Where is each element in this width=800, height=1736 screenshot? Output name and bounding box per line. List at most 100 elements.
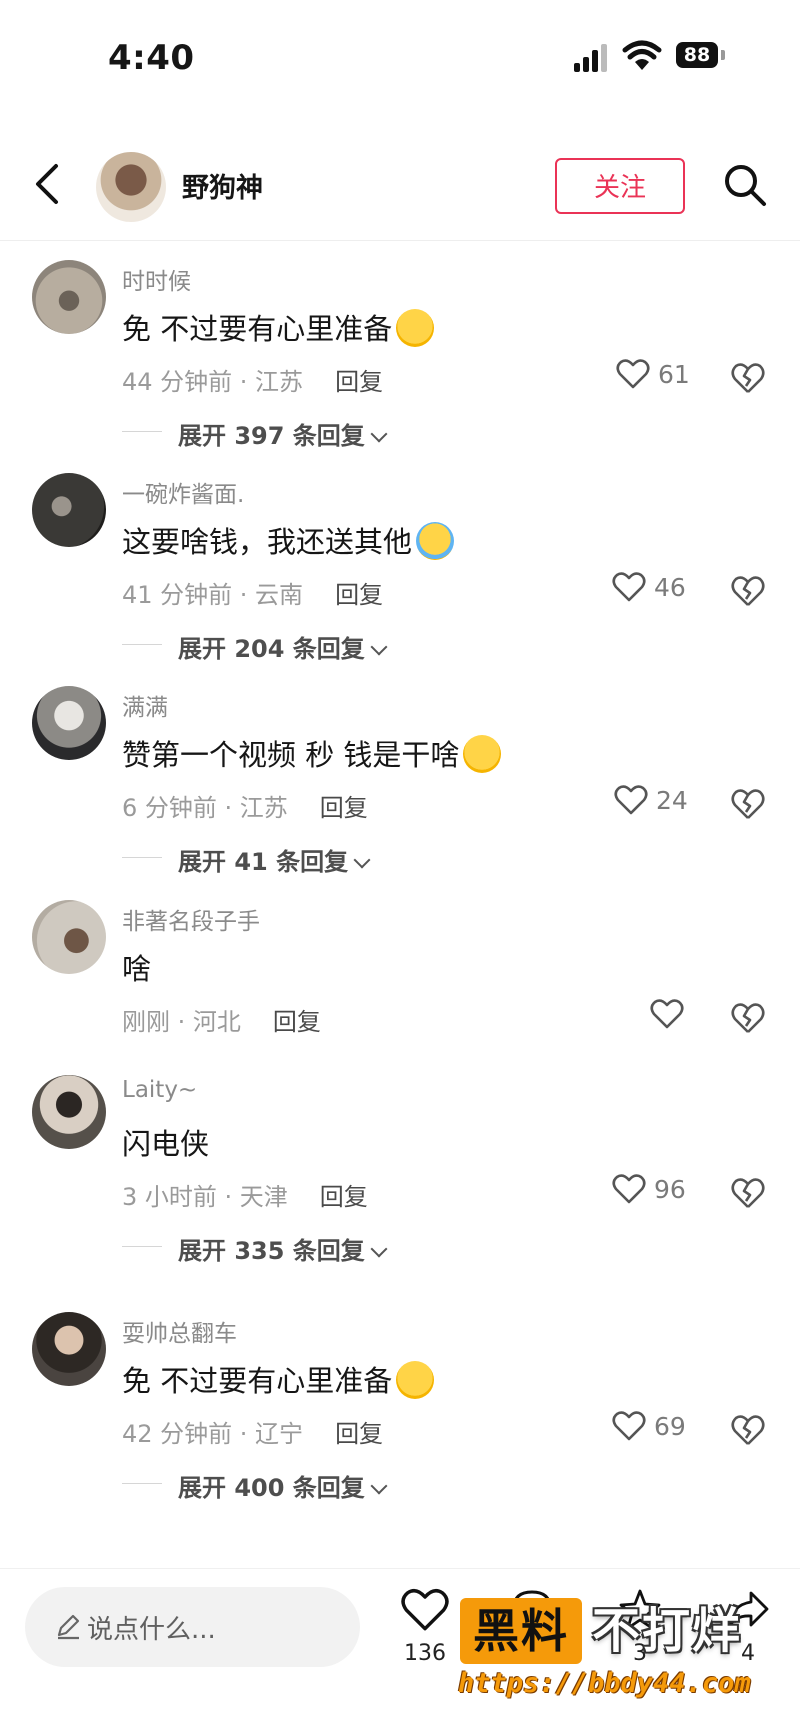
like-count: 69 <box>653 1412 686 1441</box>
comment-item: Laity~ 闪电侠 3 小时前 · 天津 回复 96 展开 335 条回复 <box>0 1055 800 1291</box>
heart-outline-icon <box>612 1411 646 1441</box>
comment-text: 赞第一个视频 秒 钱是干啥 <box>122 732 502 774</box>
like-button[interactable]: 69 <box>612 1410 686 1450</box>
battery-icon: 88 <box>676 42 726 70</box>
comment-meta: 3 小时前 · 天津 回复 <box>122 1177 368 1212</box>
comment-meta: 6 分钟前 · 江苏 回复 <box>122 788 368 823</box>
expand-replies-label: 展开 400 条回复 <box>178 1474 365 1502</box>
comment-time-location: 6 分钟前 · 江苏 <box>122 794 288 822</box>
back-arrow-icon[interactable] <box>28 160 68 208</box>
comment-text-content: 免 不过要有心里准备 <box>122 312 393 346</box>
comment-text-content: 赞第一个视频 秒 钱是干啥 <box>122 738 460 772</box>
reply-button[interactable]: 回复 <box>335 368 383 396</box>
comment-meta: 刚刚 · 河北 回复 <box>122 1002 321 1037</box>
chevron-down-icon <box>370 638 388 656</box>
heart-outline-icon <box>616 359 650 389</box>
expand-replies-label: 展开 335 条回复 <box>178 1237 365 1265</box>
heart-outline-icon <box>401 1588 449 1631</box>
comment-time-location: 刚刚 · 河北 <box>122 1008 241 1036</box>
comment-username[interactable]: 耍帅总翻车 <box>122 1314 237 1348</box>
like-video-button[interactable]: 136 <box>395 1587 455 1666</box>
like-button[interactable]: 96 <box>612 1173 686 1213</box>
watermark: 黑料 不打烊 https://bbdy44.com <box>458 1596 768 1708</box>
reply-button[interactable]: 回复 <box>335 581 383 609</box>
broken-heart-icon[interactable] <box>730 1412 766 1448</box>
pencil-icon <box>57 1614 80 1640</box>
expand-replies-button[interactable]: 展开 41 条回复 <box>122 842 371 877</box>
comment-time-location: 3 小时前 · 天津 <box>122 1183 288 1211</box>
avatar[interactable] <box>32 1312 106 1386</box>
heart-outline-icon <box>612 572 646 602</box>
follow-button[interactable]: 关注 <box>555 158 685 214</box>
yum-face-icon <box>396 309 435 347</box>
avatar[interactable] <box>32 1075 106 1149</box>
comment-time-location: 44 分钟前 · 江苏 <box>122 368 304 396</box>
comment-username[interactable]: 满满 <box>122 688 168 722</box>
comment-username[interactable]: Laity~ <box>122 1077 197 1103</box>
like-count: 96 <box>653 1175 686 1204</box>
watermark-tagline: 不打烊 <box>592 1603 743 1659</box>
video-like-count: 136 <box>404 1641 446 1666</box>
comment-username[interactable]: 非著名段子手 <box>122 902 260 936</box>
comment-input[interactable]: 说点什么... <box>25 1587 360 1667</box>
watermark-url: https://bbdy44.com <box>458 1668 751 1699</box>
chevron-down-icon <box>370 425 388 443</box>
expand-replies-button[interactable]: 展开 335 条回复 <box>122 1231 388 1266</box>
reply-button[interactable]: 回复 <box>273 1008 321 1036</box>
like-count: 24 <box>655 786 688 815</box>
comment-item: 满满 赞第一个视频 秒 钱是干啥 6 分钟前 · 江苏 回复 24 展开 41 条… <box>0 666 800 902</box>
comment-text-content: 免 不过要有心里准备 <box>122 1364 393 1398</box>
profile-username[interactable]: 野狗神 <box>182 166 263 205</box>
avatar[interactable] <box>96 152 166 222</box>
comment-time-location: 42 分钟前 · 辽宁 <box>122 1420 304 1448</box>
search-icon[interactable] <box>722 162 768 208</box>
expand-replies-button[interactable]: 展开 204 条回复 <box>122 629 388 664</box>
expand-replies-label: 展开 204 条回复 <box>178 635 365 663</box>
chevron-down-icon <box>353 851 371 869</box>
avatar[interactable] <box>32 900 106 974</box>
thinking-face-icon <box>463 735 502 773</box>
comment-text-content: 啥 <box>122 952 152 986</box>
comment-meta: 42 分钟前 · 辽宁 回复 <box>122 1414 383 1449</box>
expand-replies-button[interactable]: 展开 400 条回复 <box>122 1468 388 1503</box>
status-time: 4:40 <box>108 38 195 78</box>
broken-heart-icon[interactable] <box>730 360 766 396</box>
comment-username[interactable]: 时时候 <box>122 262 191 296</box>
heart-outline-icon <box>614 785 648 815</box>
reply-button[interactable]: 回复 <box>320 794 368 822</box>
comment-meta: 41 分钟前 · 云南 回复 <box>122 575 383 610</box>
comment-item: 非著名段子手 啥 刚刚 · 河北 回复 <box>0 880 800 1050</box>
battery-level: 88 <box>676 42 718 68</box>
reply-button[interactable]: 回复 <box>335 1420 383 1448</box>
chevron-down-icon <box>370 1477 388 1495</box>
chevron-down-icon <box>370 1240 388 1258</box>
broken-heart-icon[interactable] <box>730 1175 766 1211</box>
like-button[interactable]: 24 <box>614 784 688 824</box>
comment-item: 一碗炸酱面. 这要啥钱，我还送其他 41 分钟前 · 云南 回复 46 展开 20… <box>0 453 800 689</box>
laughing-crying-face-icon <box>416 522 455 560</box>
comment-text: 这要啥钱，我还送其他 <box>122 519 455 561</box>
avatar[interactable] <box>32 473 106 547</box>
expand-replies-button[interactable]: 展开 397 条回复 <box>122 416 388 451</box>
comment-input-placeholder: 说点什么... <box>87 1615 216 1645</box>
expand-replies-label: 展开 41 条回复 <box>178 848 349 876</box>
profile-header: 野狗神 关注 <box>0 140 800 241</box>
comment-username[interactable]: 一碗炸酱面. <box>122 475 244 509</box>
comment-text: 免 不过要有心里准备 <box>122 1358 435 1400</box>
avatar[interactable] <box>32 686 106 760</box>
avatar[interactable] <box>32 260 106 334</box>
like-button[interactable]: 61 <box>616 358 690 398</box>
broken-heart-icon[interactable] <box>730 1000 766 1036</box>
wifi-icon <box>622 40 662 70</box>
comment-text: 闪电侠 <box>122 1121 209 1163</box>
watermark-brand: 黑料 <box>460 1598 582 1664</box>
status-bar: 4:40 88 <box>0 0 800 110</box>
broken-heart-icon[interactable] <box>730 573 766 609</box>
expand-replies-label: 展开 397 条回复 <box>178 422 365 450</box>
comment-text: 啥 <box>122 946 151 988</box>
like-button[interactable] <box>650 998 684 1038</box>
broken-heart-icon[interactable] <box>730 786 766 822</box>
like-button[interactable]: 46 <box>612 571 686 611</box>
reply-button[interactable]: 回复 <box>320 1183 368 1211</box>
comment-text-content: 这要啥钱，我还送其他 <box>122 525 413 559</box>
